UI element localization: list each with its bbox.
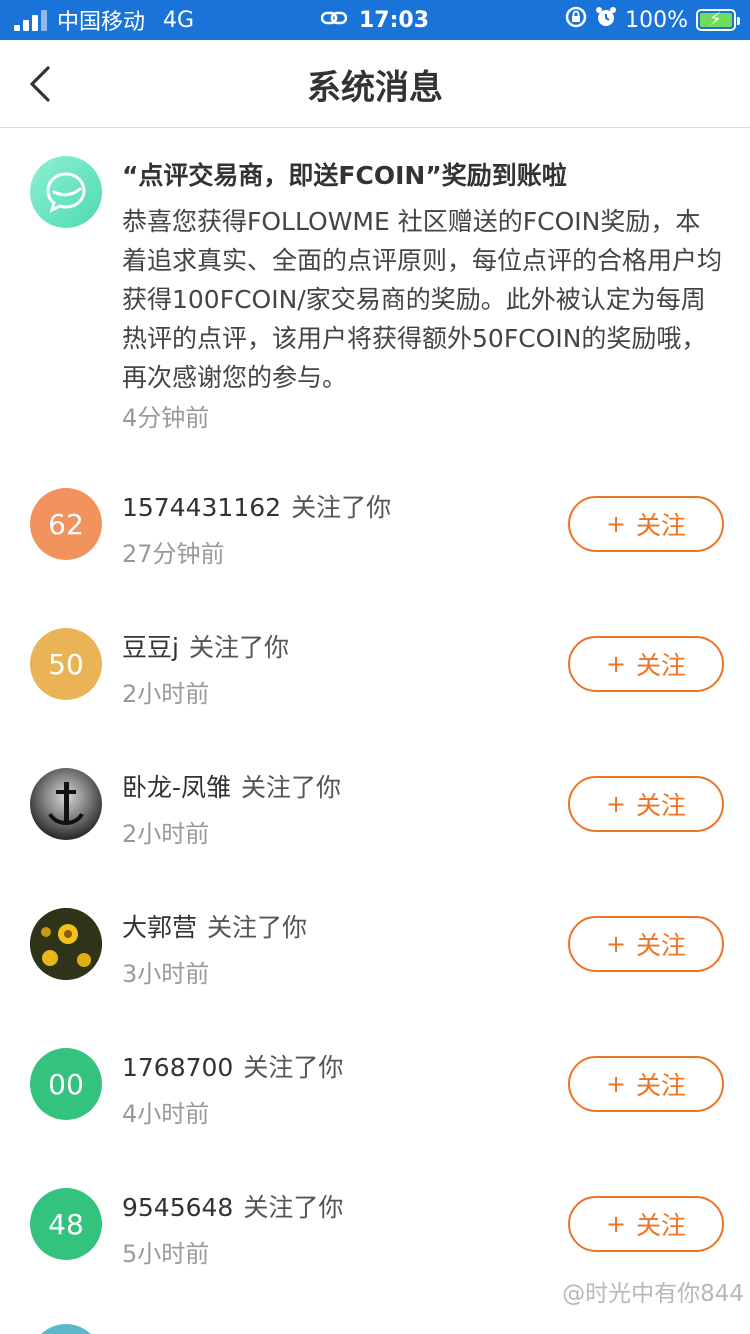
watermark: @时光中有你844 <box>562 1281 744 1307</box>
notification-text: 1574431162 关注了你 <box>122 488 391 528</box>
system-message[interactable]: “点评交易商，即送FCOIN”奖励到账啦 恭喜您获得FOLLOWME 社区赠送的… <box>0 128 750 448</box>
follow-button[interactable]: + 关注 <box>568 496 724 552</box>
avatar[interactable]: 50 <box>30 628 102 700</box>
follow-notification[interactable]: 62 1574431162 关注了你 27分钟前 + 关注 <box>0 488 750 628</box>
status-right: 100% ⚡ <box>565 0 740 40</box>
avatar[interactable]: 62 <box>30 488 102 560</box>
notification-text: 大郭营 关注了你 <box>122 908 307 948</box>
follow-button[interactable]: + 关注 <box>568 1196 724 1252</box>
notification-time: 2小时前 <box>122 680 210 708</box>
user-name[interactable]: 1574431162 <box>122 493 281 522</box>
notification-text: 9545648 关注了你 <box>122 1188 343 1228</box>
user-name[interactable]: 1768700 <box>122 1053 233 1082</box>
plus-icon: + <box>605 650 627 678</box>
action-text: 关注了你 <box>243 1053 344 1082</box>
follow-button-label: 关注 <box>636 511 687 540</box>
status-bar: 中国移动 4G 17:03 100% ⚡ <box>0 0 750 40</box>
avatar[interactable]: 00 <box>30 1048 102 1120</box>
link-icon <box>320 8 348 33</box>
user-name[interactable]: 大郭营 <box>122 913 197 942</box>
plus-icon: + <box>605 930 627 958</box>
clock: 17:03 <box>358 7 430 33</box>
action-text: 关注了你 <box>241 773 342 802</box>
notification-time: 5小时前 <box>122 1240 210 1268</box>
system-message-title: “点评交易商，即送FCOIN”奖励到账啦 <box>122 161 567 190</box>
notification-text: 豆豆j 关注了你 <box>122 628 289 668</box>
notification-time: 3小时前 <box>122 960 210 988</box>
plus-icon: + <box>605 1210 627 1238</box>
avatar[interactable] <box>30 768 102 840</box>
follow-button[interactable]: + 关注 <box>568 636 724 692</box>
follow-notification[interactable]: 卧龙-凤雏 关注了你 2小时前 + 关注 <box>0 768 750 908</box>
action-text: 关注了你 <box>207 913 308 942</box>
battery-label: 100% <box>625 7 688 33</box>
anchor-photo-icon <box>48 782 84 825</box>
notification-text: 1768700 关注了你 <box>122 1048 343 1088</box>
follow-button-label: 关注 <box>636 931 687 960</box>
follow-notification[interactable]: 大郭营 关注了你 3小时前 + 关注 <box>0 908 750 1048</box>
follow-button[interactable]: + 关注 <box>568 1056 724 1112</box>
orientation-lock-icon <box>565 6 587 34</box>
plus-icon: + <box>605 1070 627 1098</box>
system-message-body: 恭喜您获得FOLLOWME 社区赠送的FCOIN奖励，本着追求真实、全面的点评原… <box>122 207 723 392</box>
chat-bubble-icon <box>30 156 102 228</box>
notification-text: 卧龙-凤雏 关注了你 <box>122 768 341 808</box>
follow-button[interactable]: + 关注 <box>568 776 724 832</box>
system-message-time: 4分钟前 <box>122 404 210 432</box>
plus-icon: + <box>605 510 627 538</box>
nav-bar: 系统消息 <box>0 40 750 128</box>
follow-notification[interactable]: 50 豆豆j 关注了你 2小时前 + 关注 <box>0 628 750 768</box>
follow-notification[interactable]: 00 1768700 关注了你 4小时前 + 关注 <box>0 1048 750 1188</box>
notification-time: 27分钟前 <box>122 540 225 568</box>
avatar[interactable]: 48 <box>30 1188 102 1260</box>
flower-photo-icon <box>30 908 102 980</box>
action-text: 关注了你 <box>291 493 392 522</box>
plus-icon: + <box>605 790 627 818</box>
battery-icon: ⚡ <box>696 9 740 31</box>
follow-button-label: 关注 <box>636 1211 687 1240</box>
notification-time: 4小时前 <box>122 1100 210 1128</box>
notification-time: 2小时前 <box>122 820 210 848</box>
follow-button-label: 关注 <box>636 651 687 680</box>
page-title: 系统消息 <box>307 67 443 108</box>
user-name[interactable]: 卧龙-凤雏 <box>122 773 231 802</box>
follow-button[interactable]: + 关注 <box>568 916 724 972</box>
avatar[interactable] <box>30 908 102 980</box>
action-text: 关注了你 <box>188 633 289 662</box>
follow-button-label: 关注 <box>636 1071 687 1100</box>
alarm-icon <box>595 6 617 34</box>
user-name[interactable]: 豆豆j <box>122 633 179 662</box>
follow-button-label: 关注 <box>636 791 687 820</box>
page: 中国移动 4G 17:03 100% ⚡ 系统消息 “点评交易商，即送FCOIN… <box>0 0 750 1334</box>
user-name[interactable]: 9545648 <box>122 1193 233 1222</box>
action-text: 关注了你 <box>243 1193 344 1222</box>
